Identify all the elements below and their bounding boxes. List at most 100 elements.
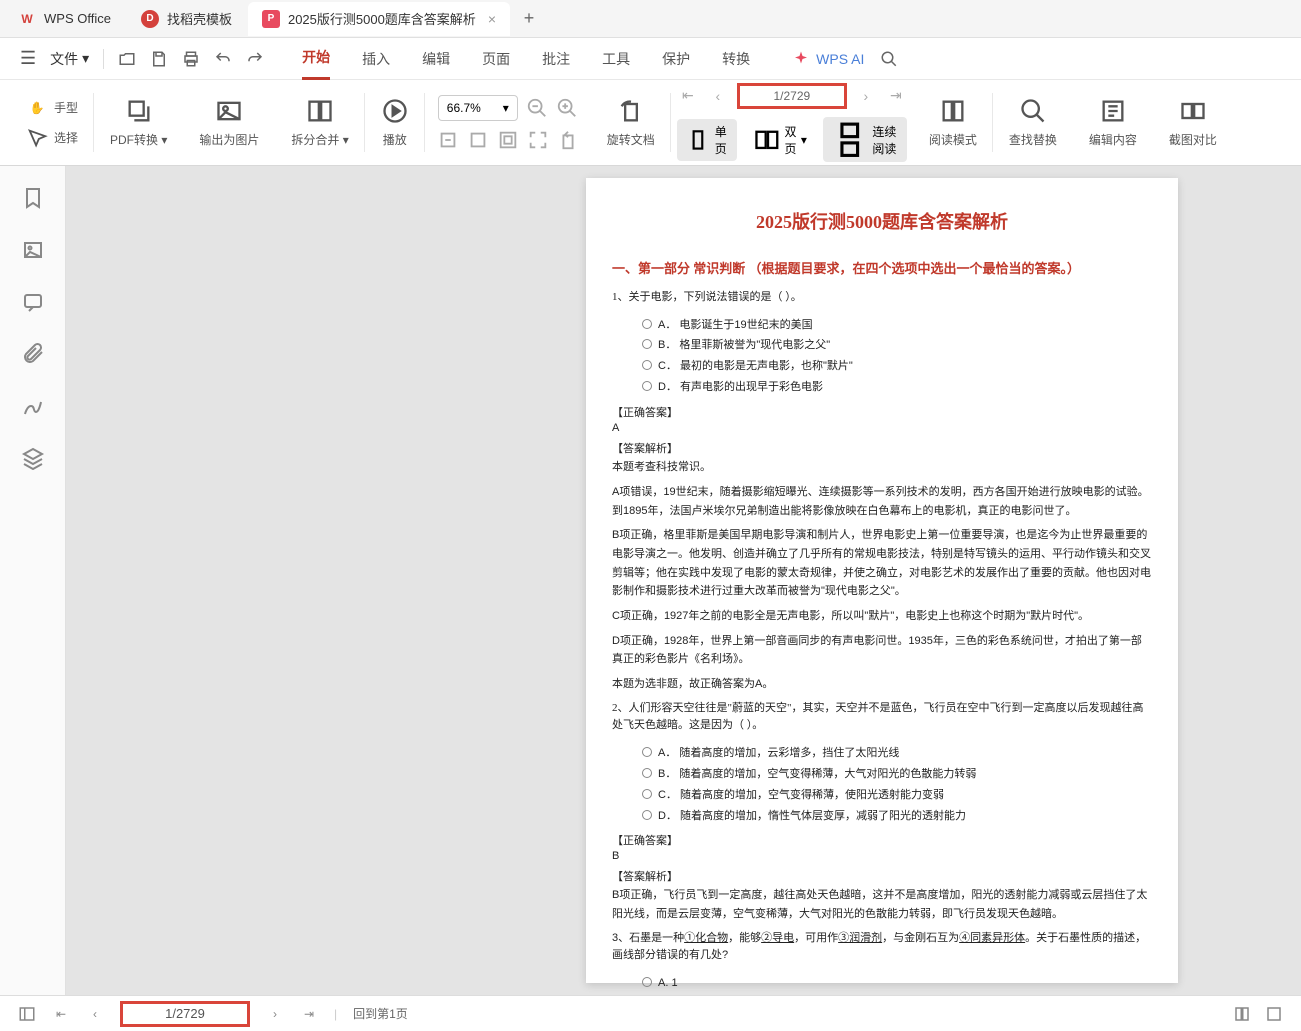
output-image-button[interactable]: 输出为图片 [195, 95, 263, 150]
option-b: B． 格里菲斯被誉为"现代电影之父" [642, 335, 1152, 356]
image-icon [215, 97, 243, 125]
option-c: C． 最初的电影是无声电影，也称"默片" [642, 356, 1152, 377]
panel-icon[interactable] [18, 1005, 36, 1023]
menu-tab-start[interactable]: 开始 [302, 37, 330, 80]
correct-answer-label: 【正确答案】 [612, 832, 1152, 848]
signature-icon[interactable] [21, 394, 45, 418]
question-text: 2、人们形容天空往往是"蔚蓝的天空"，其实，天空并不是蓝色，飞行员在空中飞行到一… [612, 700, 1152, 735]
menu-tab-annotation[interactable]: 批注 [542, 39, 570, 79]
print-icon[interactable] [182, 50, 200, 68]
view-mode-icon[interactable] [1233, 1005, 1251, 1023]
prev-page-button[interactable]: ‹ [707, 85, 729, 107]
last-page-button[interactable]: ⇥ [300, 1005, 318, 1023]
first-page-button[interactable]: ⇤ [52, 1005, 70, 1023]
tab-wps-office[interactable]: W WPS Office [4, 2, 125, 36]
rotate-document-button[interactable]: 旋转文档 [603, 95, 659, 150]
zoom-out-button[interactable] [526, 97, 548, 119]
analysis-label: 【答案解析】 [612, 868, 1152, 884]
page-number-input[interactable]: 1/2729 [737, 83, 847, 109]
document-viewport[interactable]: 2025版行测5000题库含答案解析 一、第一部分 常识判断 （根据题目要求，在… [66, 166, 1301, 995]
radio-icon [642, 977, 652, 987]
redo-icon[interactable] [246, 50, 264, 68]
close-icon[interactable]: × [488, 11, 496, 27]
analysis-text: B项正确，飞行员飞到一定高度，越往高处天色越暗，这并不是高度增加，阳光的透射能力… [612, 886, 1152, 923]
question-text: 3、石墨是一种①化合物，能够②导电，可用作③润滑剂，与金刚石互为④同素异形体。关… [612, 930, 1152, 965]
actual-size-icon[interactable] [497, 129, 519, 151]
tab-current-document[interactable]: P 2025版行测5000题库含答案解析 × [248, 2, 510, 36]
comment-icon[interactable] [21, 290, 45, 314]
doc-icon: D [141, 10, 159, 28]
menu-tab-edit[interactable]: 编辑 [422, 39, 450, 79]
radio-icon [642, 789, 652, 799]
double-page-button[interactable]: 双页▾ [745, 119, 815, 161]
rotate-left-icon[interactable] [557, 129, 579, 151]
menu-tab-protect[interactable]: 保护 [662, 39, 690, 79]
save-icon[interactable] [150, 50, 168, 68]
correct-answer-value: B [612, 850, 1152, 862]
radio-icon [642, 339, 652, 349]
pdf-convert-button[interactable]: PDF转换 ▾ [106, 95, 171, 150]
menu-tab-page[interactable]: 页面 [482, 39, 510, 79]
back-to-first-page[interactable]: 回到第1页 [353, 1005, 408, 1022]
next-page-button[interactable]: › [266, 1005, 284, 1023]
search-icon[interactable] [880, 50, 898, 68]
thumbnail-icon[interactable] [21, 238, 45, 262]
cursor-icon [26, 127, 48, 149]
book-icon [939, 97, 967, 125]
question-options: A. 1 B. 2 C. 3 D. 4 [642, 973, 1152, 995]
fit-width-icon[interactable] [437, 129, 459, 151]
last-page-button[interactable]: ⇥ [885, 85, 907, 107]
hand-tool-button[interactable]: ✋手型 [22, 95, 82, 121]
bookmark-icon[interactable] [21, 186, 45, 210]
continuous-read-button[interactable]: 连续阅读 [823, 117, 907, 163]
edit-content-button[interactable]: 编辑内容 [1085, 95, 1141, 150]
settings-icon[interactable] [1265, 1005, 1283, 1023]
zoom-in-button[interactable] [556, 97, 578, 119]
document-page: 2025版行测5000题库含答案解析 一、第一部分 常识判断 （根据题目要求，在… [586, 178, 1178, 983]
first-page-button[interactable]: ⇤ [677, 85, 699, 107]
correct-answer-label: 【正确答案】 [612, 404, 1152, 420]
menu-tab-tools[interactable]: 工具 [602, 39, 630, 79]
screenshot-compare-button[interactable]: 截图对比 [1165, 95, 1221, 150]
undo-icon[interactable] [214, 50, 232, 68]
option-d: D． 有声电影的出现早于彩色电影 [642, 377, 1152, 398]
new-tab-button[interactable]: + [512, 2, 546, 36]
question-options: A． 电影诞生于19世纪末的美国 B． 格里菲斯被誉为"现代电影之父" C． 最… [642, 315, 1152, 399]
select-tool-button[interactable]: 选择 [22, 125, 82, 151]
reading-mode-button[interactable]: 阅读模式 [925, 95, 981, 150]
zoom-select[interactable]: 66.7%▾ [438, 95, 518, 121]
page-number-input[interactable]: 1/2729 [120, 1001, 250, 1027]
option-b: B． 随着高度的增加，空气变得稀薄，大气对阳光的色散能力转弱 [642, 764, 1152, 785]
app-tab-bar: W WPS Office D 找稻壳模板 P 2025版行测5000题库含答案解… [0, 0, 1301, 38]
wps-logo-icon: W [18, 10, 36, 28]
analysis-text: B项正确，格里菲斯是美国早期电影导演和制片人，世界电影史上第一位重要导演，也是迄… [612, 526, 1152, 601]
fit-page-icon[interactable] [467, 129, 489, 151]
option-d: D． 随着高度的增加，惰性气体层变厚，减弱了阳光的透射能力 [642, 806, 1152, 827]
option-a: A． 随着高度的增加，云彩增多，挡住了太阳光线 [642, 743, 1152, 764]
analysis-text: 本题考查科技常识。 [612, 458, 1152, 477]
menu-bar: ☰ 文件▾ 开始 插入 编辑 页面 批注 工具 保护 转换 WPS AI [0, 38, 1301, 80]
pdf-icon: P [262, 10, 280, 28]
fullscreen-icon[interactable] [527, 129, 549, 151]
find-replace-button[interactable]: 查找替换 [1005, 95, 1061, 150]
menu-tab-convert[interactable]: 转换 [722, 39, 750, 79]
layers-icon[interactable] [21, 446, 45, 470]
hamburger-icon[interactable]: ☰ [20, 48, 36, 69]
analysis-label: 【答案解析】 [612, 440, 1152, 456]
single-page-button[interactable]: 单页 [677, 119, 737, 161]
file-menu[interactable]: 文件▾ [50, 49, 89, 69]
tab-template[interactable]: D 找稻壳模板 [127, 2, 246, 36]
toolbar: ✋手型 选择 PDF转换 ▾ 输出为图片 拆分合并 ▾ 播放 66.7%▾ 旋转… [0, 80, 1301, 166]
ai-icon [792, 50, 810, 68]
prev-page-button[interactable]: ‹ [86, 1005, 104, 1023]
split-merge-button[interactable]: 拆分合并 ▾ [287, 95, 352, 150]
open-icon[interactable] [118, 50, 136, 68]
section-heading: 一、第一部分 常识判断 （根据题目要求，在四个选项中选出一个最恰当的答案。） [612, 258, 1152, 277]
option-a: A. 1 [642, 973, 1152, 994]
next-page-button[interactable]: › [855, 85, 877, 107]
play-button[interactable]: 播放 [377, 95, 413, 150]
attachment-icon[interactable] [21, 342, 45, 366]
menu-tab-insert[interactable]: 插入 [362, 39, 390, 79]
edit-icon [1099, 97, 1127, 125]
wps-ai-button[interactable]: WPS AI [792, 50, 864, 68]
